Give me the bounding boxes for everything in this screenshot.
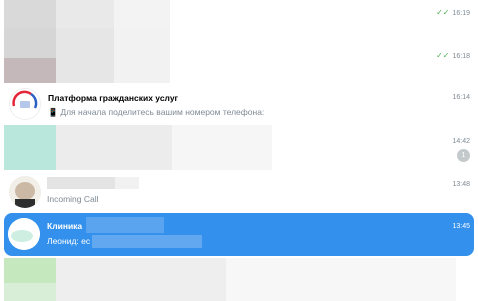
unread-badge: 1 bbox=[457, 149, 470, 162]
platform-logo-avatar bbox=[9, 88, 41, 120]
double-check-icon: ✓✓ bbox=[436, 51, 450, 60]
blurred-content bbox=[56, 125, 172, 170]
chat-time: 16:19 bbox=[452, 10, 470, 17]
chat-list-item[interactable]: ✓✓ 16:18 bbox=[0, 28, 478, 83]
contact-avatar bbox=[9, 176, 41, 208]
chat-list-item-call[interactable]: 13:48 Incoming Call bbox=[0, 170, 478, 212]
phone-icon: 📱 bbox=[48, 108, 58, 117]
contact-photo-icon bbox=[9, 176, 41, 208]
chat-time: 16:18 bbox=[452, 53, 470, 60]
blurred-avatar bbox=[4, 0, 56, 28]
blurred-avatar bbox=[4, 125, 56, 170]
clinic-logo-icon bbox=[8, 218, 40, 250]
chat-preview: Для начала поделитесь вашим номером теле… bbox=[60, 107, 265, 117]
blurred-avatar bbox=[4, 258, 56, 283]
blurred-content bbox=[56, 258, 226, 301]
blurred-avatar bbox=[4, 28, 56, 58]
blurred-name bbox=[47, 177, 115, 189]
chat-time: 13:48 bbox=[452, 181, 470, 188]
chat-title: Платформа гражданских услуг bbox=[48, 93, 179, 103]
chat-list-item[interactable]: ✓✓ 16:19 bbox=[0, 0, 478, 28]
chat-time: 14:42 bbox=[452, 138, 470, 145]
chat-list-item-clinic[interactable]: Клиника 13:45 Леонид: ес bbox=[4, 213, 474, 256]
chat-time: 13:45 bbox=[452, 223, 470, 230]
blurred-content bbox=[56, 28, 114, 83]
clinic-avatar bbox=[8, 218, 40, 250]
chat-title: Клиника bbox=[47, 221, 83, 231]
blurred-content bbox=[56, 0, 114, 28]
chat-preview: Леонид: ес bbox=[47, 236, 91, 246]
chat-list-item[interactable] bbox=[0, 258, 478, 301]
blurred-preview bbox=[92, 235, 202, 248]
blurred-title bbox=[86, 217, 164, 233]
chat-preview: Incoming Call bbox=[47, 194, 99, 204]
chat-list-item-platform[interactable]: Платформа гражданских услуг 16:14 📱 Для … bbox=[0, 83, 478, 125]
chat-list-item[interactable]: 14:42 1 bbox=[0, 125, 478, 170]
double-check-icon: ✓✓ bbox=[436, 8, 450, 17]
platform-logo-icon bbox=[10, 89, 40, 119]
chat-time: 16:14 bbox=[452, 94, 470, 101]
